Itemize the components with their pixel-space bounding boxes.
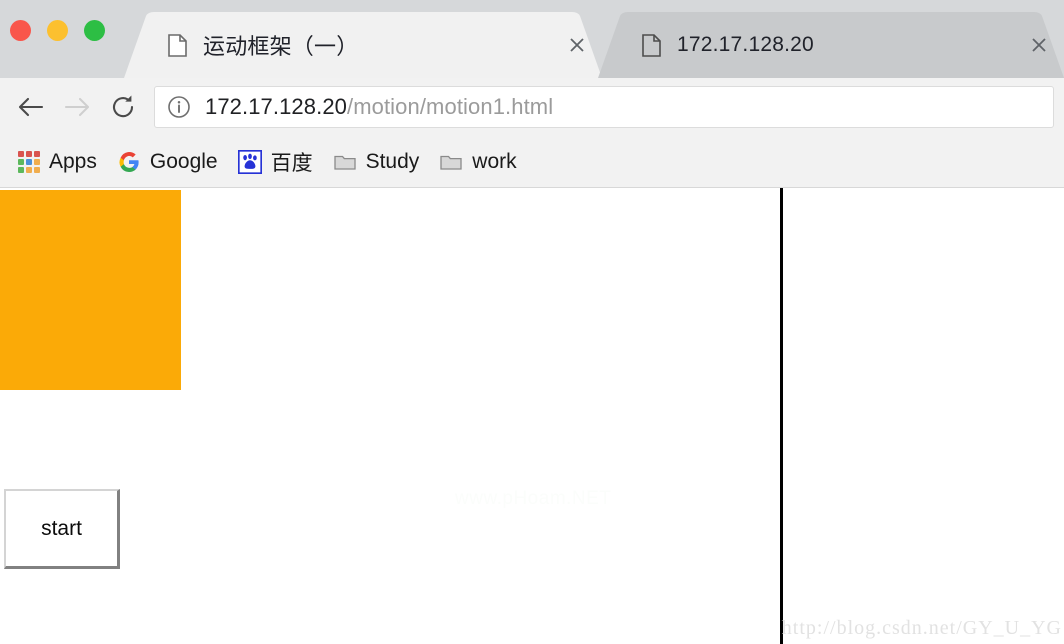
page-icon — [168, 33, 187, 57]
bookmark-label: Study — [365, 149, 420, 173]
browser-toolbar: 172.17.128.20/motion/motion1.html — [0, 78, 1064, 136]
bookmark-study[interactable]: Study — [323, 142, 430, 182]
url-host: 172.17.128.20 — [205, 94, 347, 119]
back-button[interactable] — [8, 84, 54, 130]
apps-grid-icon — [18, 150, 40, 173]
page-viewport: start www.pHoam.NET http://blog.csdn.net… — [0, 188, 1064, 644]
folder-icon — [333, 155, 356, 170]
tab-title: 172.17.128.20 — [677, 33, 814, 56]
close-icon — [570, 38, 584, 52]
reload-button[interactable] — [100, 84, 146, 130]
bookmark-label: work — [472, 149, 517, 173]
baidu-paw-icon — [237, 149, 262, 174]
animated-orange-box — [0, 190, 181, 390]
bookmarks-bar: Apps Google 百度 Study work — [0, 136, 1064, 188]
tab-motion-frame[interactable]: 运动框架（一） — [124, 12, 602, 78]
tab-strip: 运动框架（一） 172.17.128.20 — [0, 0, 1064, 78]
zoom-window-button[interactable] — [84, 20, 105, 41]
start-button[interactable]: start — [4, 489, 120, 569]
close-window-button[interactable] — [10, 20, 31, 41]
page-watermark: www.pHoam.NET — [455, 488, 612, 509]
google-g-icon — [119, 151, 139, 172]
minimize-window-button[interactable] — [47, 20, 68, 41]
bookmark-baidu[interactable]: 百度 — [228, 142, 323, 182]
tab-title: 运动框架（一） — [203, 34, 359, 59]
window-controls — [10, 20, 105, 41]
bookmark-label: 百度 — [270, 151, 313, 175]
bookmark-label: Apps — [49, 149, 97, 173]
url-path: /motion/motion1.html — [347, 94, 554, 119]
url-text: 172.17.128.20/motion/motion1.html — [205, 94, 553, 120]
reload-icon — [113, 95, 134, 118]
bookmark-apps[interactable]: Apps — [8, 142, 107, 182]
folder-icon — [440, 155, 462, 170]
bookmark-google[interactable]: Google — [107, 142, 228, 182]
browser-window: 运动框架（一） 172.17.128.20 172.17.128.20/moti… — [0, 0, 1064, 644]
page-icon — [642, 33, 661, 57]
tab-172-17-128-20[interactable]: 172.17.128.20 — [598, 12, 1064, 78]
address-bar[interactable]: 172.17.128.20/motion/motion1.html — [154, 86, 1054, 128]
bookmark-label: Google — [149, 149, 218, 173]
tab-close-button[interactable] — [1026, 32, 1052, 58]
forward-button[interactable] — [54, 84, 100, 130]
tab-close-button[interactable] — [564, 32, 590, 58]
bookmark-work[interactable]: work — [429, 142, 526, 182]
forward-arrow-icon — [64, 97, 90, 117]
blog-url-watermark: http://blog.csdn.net/GY_U_YG — [781, 617, 1062, 639]
info-circle-icon[interactable] — [167, 95, 191, 119]
target-divider-line — [780, 188, 783, 644]
back-arrow-icon — [18, 97, 44, 117]
close-icon — [1032, 38, 1046, 52]
